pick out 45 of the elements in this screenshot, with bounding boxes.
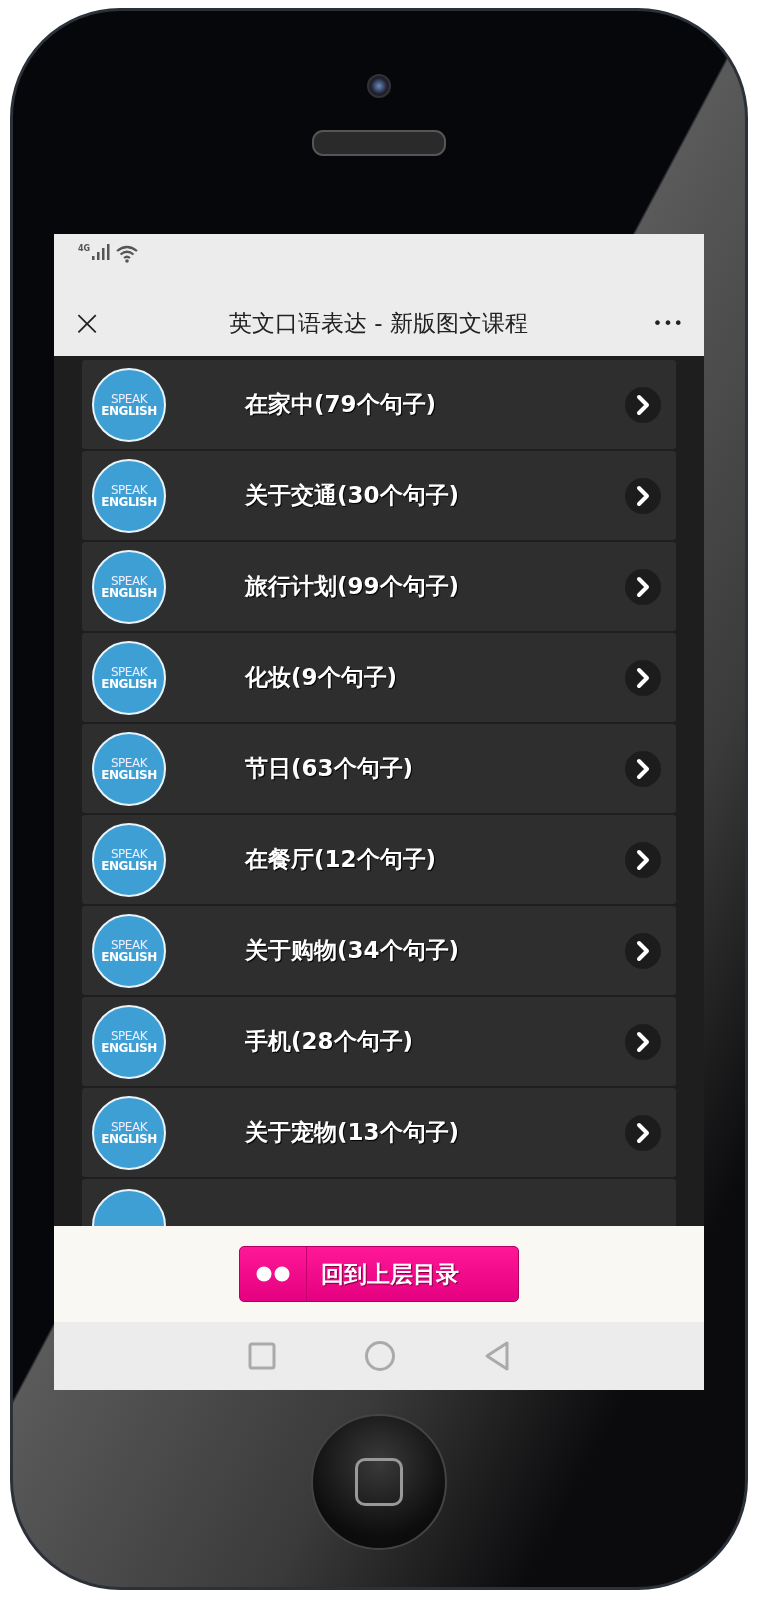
- lesson-row[interactable]: SPEAK ENGLISH 关于购物(34个句子): [82, 906, 676, 995]
- lesson-row[interactable]: SPEAK ENGLISH 节日(63个句子): [82, 724, 676, 813]
- lesson-title: 关于交通(30个句子): [245, 481, 461, 510]
- lesson-row[interactable]: SPEAK ENGLISH 在家中(79个句子): [82, 360, 676, 449]
- speak-english-logo: SPEAK ENGLISH: [92, 1004, 166, 1079]
- lesson-title: 节日(63个句子): [245, 754, 415, 783]
- chevron-right-icon: [625, 659, 661, 696]
- chevron-right-icon: [625, 841, 661, 878]
- lesson-title: 化妆(9个句子): [245, 663, 399, 692]
- chevron-right-icon: [625, 568, 661, 605]
- speak-english-logo: SPEAK ENGLISH: [92, 458, 166, 533]
- speak-english-logo: SPEAK ENGLISH: [92, 913, 166, 988]
- chevron-right-icon: [625, 1114, 661, 1151]
- lesson-title: 手机(28个句子): [245, 1027, 415, 1056]
- chevron-right-icon: [625, 750, 661, 787]
- wifi-icon: [115, 245, 140, 263]
- speak-english-logo: SPEAK ENGLISH: [92, 1095, 166, 1170]
- speak-english-logo: SPEAK ENGLISH: [92, 731, 166, 806]
- lesson-row[interactable]: SPEAK ENGLISH 手机(28个句子): [82, 997, 676, 1086]
- chevron-right-icon: [625, 477, 661, 514]
- lesson-title: 关于宠物(13个句子): [245, 1118, 461, 1147]
- lesson-row[interactable]: SPEAK ENGLISH 化妆(9个句子): [82, 633, 676, 722]
- lesson-title: 关于购物(34个句子): [245, 936, 461, 965]
- lesson-row[interactable]: SPEAK ENGLISH 关于宠物(13个句子): [82, 1088, 676, 1177]
- page-title: 英文口语表达 - 新版图文课程: [227, 308, 529, 338]
- square-icon[interactable]: [247, 1341, 278, 1371]
- chevron-right-icon: [625, 1023, 661, 1060]
- back-to-menu-button[interactable]: 回到上层目录: [239, 1246, 519, 1302]
- lesson-title: 在餐厅(12个句子): [245, 845, 438, 874]
- lesson-row[interactable]: SPEAK ENGLISH 关于交通(30个句子): [82, 451, 676, 540]
- lesson-row[interactable]: SPEAK ENGLISH 在餐厅(12个句子): [82, 815, 676, 904]
- lesson-title: 在家中(79个句子): [245, 390, 438, 419]
- more-button[interactable]: •••: [652, 313, 684, 333]
- chevron-right-icon: [625, 386, 661, 423]
- lesson-row[interactable]: SPEAK ENGLISH 旅行计划(99个句子): [82, 542, 676, 631]
- dots-icon: [256, 1266, 290, 1282]
- chevron-right-icon: [625, 932, 661, 969]
- home-circle-icon[interactable]: [364, 1340, 396, 1372]
- close-button[interactable]: ×: [70, 305, 104, 341]
- speak-english-logo: SPEAK ENGLISH: [92, 549, 166, 624]
- speak-english-logo: SPEAK ENGLISH: [92, 367, 166, 442]
- lesson-title: 旅行计划(99个句子): [245, 572, 461, 601]
- camera-lens: [367, 74, 391, 98]
- speak-english-logo: SPEAK ENGLISH: [92, 822, 166, 897]
- speak-english-logo: SPEAK ENGLISH: [92, 640, 166, 715]
